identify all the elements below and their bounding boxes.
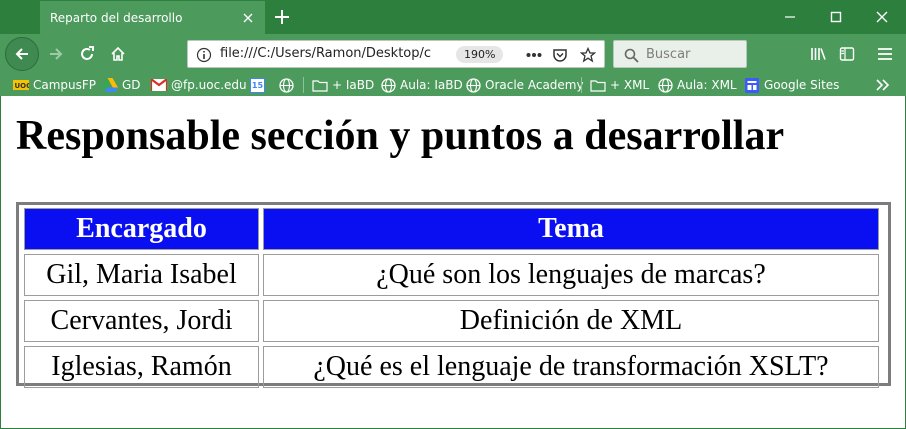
globe-icon (465, 77, 481, 93)
forward-arrow-icon (50, 48, 63, 60)
home-button[interactable] (103, 39, 133, 69)
google-sites-icon (744, 77, 760, 93)
bookmark-aula-xml[interactable]: Aula: XML (657, 76, 737, 94)
back-button[interactable] (5, 37, 39, 71)
bookmark-label: Oracle Academy (485, 78, 584, 92)
table-row: Gil, Maria Isabel ¿Qué son los lenguajes… (24, 254, 879, 296)
bookmark-aula-iabd[interactable]: Aula: IaBD (380, 76, 463, 94)
bookmark-label: GD (122, 78, 141, 92)
bookmark-gd[interactable]: GD (102, 76, 141, 94)
bookmark-separator (303, 77, 304, 93)
header-tema: Tema (263, 208, 879, 250)
folder-icon (312, 77, 328, 93)
cell-tema: ¿Qué es el lenguaje de transformación XS… (263, 346, 879, 388)
minimize-icon[interactable] (768, 4, 812, 30)
campusfp-icon: UOC (13, 77, 29, 93)
home-icon (111, 46, 125, 61)
page-content: Responsable sección y puntos a desarroll… (1, 96, 905, 428)
bookmark-label: Aula: IaBD (400, 78, 463, 92)
cell-encargado: Gil, Maria Isabel (24, 254, 259, 296)
reload-button[interactable] (72, 39, 102, 69)
url-bar[interactable]: file:///C:/Users/Ramon/Desktop/c 190% (187, 40, 605, 68)
bookmark-calendar[interactable]: 15 (250, 76, 269, 94)
reload-icon (81, 46, 94, 60)
cell-tema: ¿Qué son los lenguajes de marcas? (263, 254, 879, 296)
title-bar: Reparto del desarrollo (0, 0, 906, 34)
calendar-icon: 15 (250, 77, 265, 93)
search-placeholder: Buscar (646, 47, 691, 62)
menu-button[interactable] (870, 39, 900, 69)
new-tab-icon[interactable] (270, 5, 294, 29)
assignment-table: Encargado Tema Gil, Maria Isabel ¿Qué so… (20, 204, 883, 392)
sidebar-button[interactable] (832, 39, 862, 69)
search-input[interactable]: Buscar (613, 40, 747, 68)
assignment-table-frame: Encargado Tema Gil, Maria Isabel ¿Qué so… (16, 202, 891, 388)
double-chevron-right-icon (876, 79, 890, 91)
bookmarks-bar: UOC CampusFP GD @fp.uoc.edu 15 + IaBD Au… (0, 74, 906, 96)
bookmark-label: + XML (610, 78, 650, 92)
table-row: Iglesias, Ramón ¿Qué es el lenguaje de t… (24, 346, 879, 388)
url-text: file:///C:/Users/Ramon/Desktop/c (220, 46, 432, 61)
bookmark-separator (581, 77, 582, 93)
header-encargado: Encargado (24, 208, 259, 250)
globe-icon (657, 77, 673, 93)
google-drive-icon (102, 77, 118, 93)
svg-text:UOC: UOC (15, 82, 30, 90)
navigation-bar: file:///C:/Users/Ramon/Desktop/c 190% Bu… (0, 34, 906, 74)
sidebar-icon (839, 47, 855, 61)
cell-tema: Definición de XML (263, 300, 879, 342)
cell-encargado: Cervantes, Jordi (24, 300, 259, 342)
bookmark-uoc-mail[interactable]: @fp.uoc.edu (151, 76, 247, 94)
more-actions-icon[interactable] (524, 45, 544, 65)
tab-title: Reparto del desarrollo (50, 10, 183, 25)
folder-icon (590, 77, 606, 93)
close-tab-icon[interactable] (237, 7, 259, 29)
bookmark-label: + IaBD (332, 78, 375, 92)
library-icon (811, 48, 826, 60)
bookmark-oracle-academy[interactable]: Oracle Academy (465, 76, 584, 94)
maximize-icon[interactable] (814, 4, 858, 30)
zoom-level[interactable]: 190% (456, 46, 504, 63)
bookmarks-overflow-button[interactable] (876, 76, 890, 94)
cell-encargado: Iglesias, Ramón (24, 346, 259, 388)
bookmark-google-sites[interactable]: Google Sites (744, 76, 839, 94)
bookmark-label: Google Sites (764, 78, 840, 92)
globe-icon (278, 77, 294, 93)
pocket-icon[interactable] (550, 45, 570, 65)
bookmark-folder-iabd[interactable]: + IaBD (312, 76, 374, 94)
library-button[interactable] (804, 39, 834, 69)
forward-button[interactable] (41, 39, 71, 69)
bookmark-label: Aula: XML (677, 78, 737, 92)
bookmark-campusfp[interactable]: UOC CampusFP (13, 76, 96, 94)
bookmark-folder-xml[interactable]: + XML (590, 76, 649, 94)
info-icon[interactable] (194, 45, 214, 65)
search-icon (621, 45, 641, 65)
back-arrow-icon (15, 48, 28, 60)
gmail-icon (151, 77, 167, 93)
bookmark-globe[interactable] (278, 76, 298, 94)
page-title: Responsable sección y puntos a desarroll… (16, 113, 785, 159)
table-row: Cervantes, Jordi Definición de XML (24, 300, 879, 342)
globe-icon (380, 77, 396, 93)
close-window-icon[interactable] (860, 4, 904, 30)
table-header-row: Encargado Tema (24, 208, 879, 250)
bookmark-label: @fp.uoc.edu (171, 78, 247, 92)
tab-active[interactable]: Reparto del desarrollo (40, 1, 265, 34)
hamburger-menu-icon (878, 48, 892, 60)
bookmark-star-icon[interactable] (578, 45, 598, 65)
bookmark-label: CampusFP (33, 78, 97, 92)
